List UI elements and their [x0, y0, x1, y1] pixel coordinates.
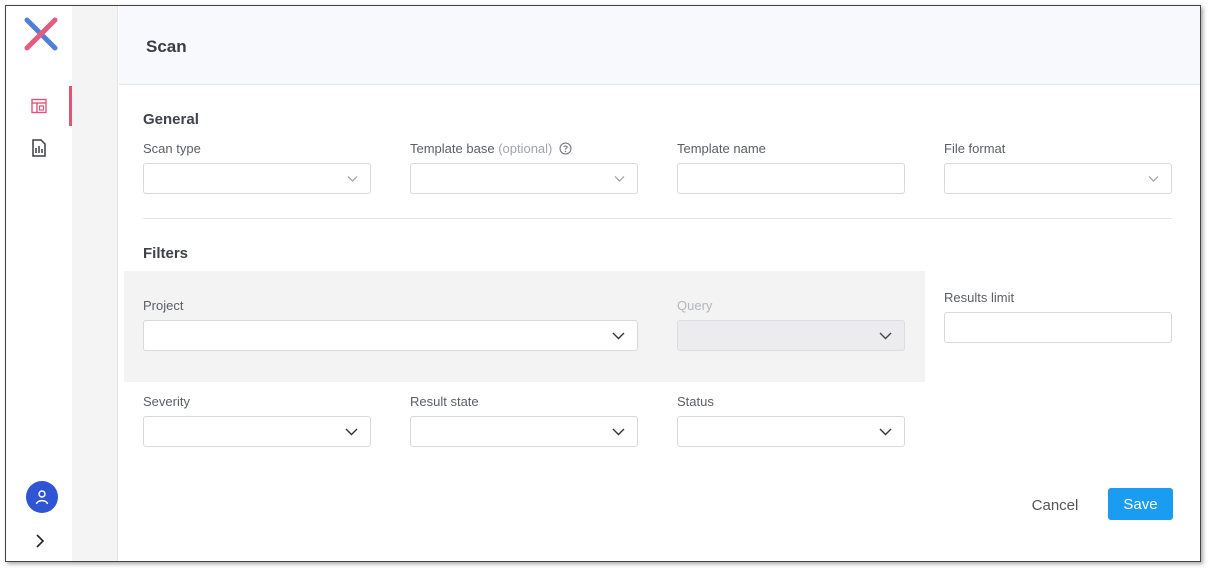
user-avatar[interactable] [26, 481, 58, 513]
chevron-down-icon [879, 428, 892, 435]
project-label: Project [143, 298, 184, 313]
scan-type-select[interactable] [143, 163, 371, 194]
template-base-label-text: Template base [410, 141, 495, 156]
report-icon [32, 139, 46, 157]
file-format-label: File format [944, 141, 1006, 156]
page-title: Scan [146, 37, 187, 56]
app-window: Scan General Scan type Template base (op… [5, 5, 1201, 562]
section-title-general: General [143, 111, 199, 128]
template-base-select[interactable] [410, 163, 638, 194]
project-select[interactable] [143, 320, 638, 351]
chevron-down-icon [879, 332, 892, 339]
chevron-down-icon [614, 175, 625, 182]
template-name-label: Template name [677, 141, 766, 156]
severity-select[interactable] [143, 416, 371, 447]
section-divider [143, 218, 1172, 219]
page-header: Scan [119, 6, 1200, 85]
chevron-down-icon [612, 428, 625, 435]
sidebar-item-reports[interactable] [6, 128, 72, 168]
sidebar [6, 6, 72, 561]
cancel-button[interactable]: Cancel [1019, 489, 1091, 521]
query-select [677, 320, 905, 351]
status-label: Status [677, 394, 714, 409]
scan-type-label: Scan type [143, 141, 201, 156]
severity-label: Severity [143, 394, 190, 409]
chevron-down-icon [1148, 175, 1159, 182]
template-name-input[interactable] [677, 163, 905, 194]
main-content: Scan General Scan type Template base (op… [119, 6, 1200, 561]
save-button[interactable]: Save [1108, 488, 1173, 520]
chevron-down-icon [612, 332, 625, 339]
chevron-down-icon [347, 175, 358, 182]
status-select[interactable] [677, 416, 905, 447]
results-limit-label: Results limit [944, 290, 1015, 305]
chevron-right-icon [36, 534, 45, 548]
section-title-filters: Filters [143, 245, 189, 262]
dashboard-icon [31, 98, 47, 114]
side-gutter [72, 6, 118, 561]
template-base-label: Template base (optional) [410, 141, 572, 156]
expand-sidebar-button[interactable] [28, 529, 52, 553]
help-circle-icon[interactable] [559, 142, 572, 155]
file-format-select[interactable] [944, 163, 1172, 194]
result-state-label: Result state [410, 394, 479, 409]
result-state-select[interactable] [410, 416, 638, 447]
sidebar-item-dashboard[interactable] [6, 86, 72, 126]
chevron-down-icon [345, 428, 358, 435]
query-label: Query [677, 298, 713, 313]
user-icon [35, 490, 49, 505]
optional-tag: (optional) [498, 141, 553, 156]
x-logo-icon[interactable] [21, 14, 61, 54]
results-limit-input[interactable] [944, 312, 1172, 343]
